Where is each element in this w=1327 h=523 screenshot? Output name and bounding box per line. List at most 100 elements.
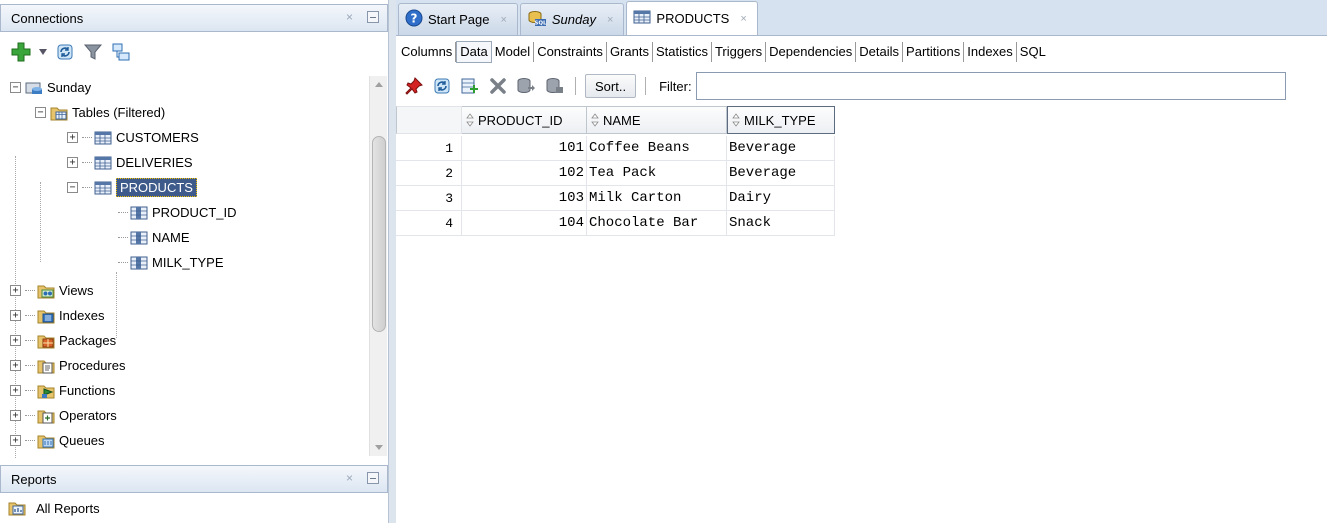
scroll-up-icon[interactable] <box>375 82 383 87</box>
delete-row-icon[interactable] <box>486 74 510 98</box>
cell-milk-type[interactable]: Dairy <box>727 186 835 211</box>
collapse-icon[interactable]: − <box>67 182 78 193</box>
close-icon[interactable]: × <box>346 11 353 23</box>
minimize-icon[interactable] <box>367 472 379 484</box>
cell-milk-type[interactable]: Beverage <box>727 161 835 186</box>
cell-name[interactable]: Coffee Beans <box>587 136 727 161</box>
cell-name[interactable]: Tea Pack <box>587 161 727 186</box>
tree-node-indexes[interactable]: + Indexes <box>10 303 105 328</box>
expand-icon[interactable]: + <box>10 310 21 321</box>
add-connection-icon[interactable] <box>10 41 32 63</box>
refresh-icon[interactable] <box>430 74 454 98</box>
tab-close-icon[interactable]: × <box>500 14 506 26</box>
column-header[interactable]: NAME <box>587 106 727 134</box>
subtab-sql[interactable]: SQL <box>1017 42 1049 62</box>
tree-node-packages[interactable]: + Packages <box>10 328 116 353</box>
subtab-indexes[interactable]: Indexes <box>964 42 1017 62</box>
cell-product-id[interactable]: 104 <box>462 211 587 236</box>
subtab-grants[interactable]: Grants <box>607 42 653 62</box>
table-row[interactable]: 1 101 Coffee Beans Beverage <box>396 136 835 161</box>
sort-button[interactable]: Sort.. <box>585 74 637 98</box>
tree-node-table[interactable]: + DELIVERIES <box>67 150 193 175</box>
tree-node-table[interactable]: + CUSTOMERS <box>67 125 199 150</box>
cell-product-id[interactable]: 102 <box>462 161 587 186</box>
expand-icon[interactable]: + <box>10 335 21 346</box>
rollback-icon[interactable] <box>542 74 566 98</box>
tab-start-page[interactable]: ? Start Page × <box>398 3 518 35</box>
tab-label: Sunday <box>551 12 596 27</box>
expand-icon[interactable]: + <box>10 360 21 371</box>
tab-sunday-worksheet[interactable]: SQL Sunday × <box>519 3 625 35</box>
subtab-data[interactable]: Data <box>456 41 492 63</box>
table-row[interactable]: 4 104 Chocolate Bar Snack <box>396 211 835 236</box>
subtab-triggers[interactable]: Triggers <box>712 42 767 62</box>
filter-icon[interactable] <box>82 41 104 63</box>
subtab-constraints[interactable]: Constraints <box>534 42 607 62</box>
subtab-statistics[interactable]: Statistics <box>653 42 712 62</box>
subtab-dependencies[interactable]: Dependencies <box>766 42 857 62</box>
scroll-thumb[interactable] <box>372 136 386 332</box>
subtab-details[interactable]: Details <box>856 42 904 62</box>
table-label: CUSTOMERS <box>116 130 199 145</box>
tree-node-tables-folder[interactable]: − Tables (Filtered) <box>35 100 165 125</box>
expand-icon[interactable]: + <box>10 435 21 446</box>
schema-browser-icon[interactable] <box>110 41 132 63</box>
tree-node-table-selected[interactable]: − PRODUCTS <box>67 175 197 200</box>
tree-node-functions[interactable]: + Functions <box>10 378 115 403</box>
tables-folder-icon <box>50 105 68 121</box>
subtab-partitions[interactable]: Partitions <box>903 42 965 62</box>
cell-milk-type[interactable]: Snack <box>727 211 835 236</box>
scroll-down-icon[interactable] <box>375 445 383 450</box>
tree-node-all-reports[interactable]: All Reports <box>8 500 100 516</box>
pane-splitter[interactable] <box>388 0 396 523</box>
table-label: PRODUCTS <box>116 178 197 197</box>
column-icon <box>130 205 148 221</box>
all-reports-label: All Reports <box>36 500 100 516</box>
folder-label: Operators <box>59 408 117 423</box>
navigator-pane: Connections × − Sunday − Tables (Filtere… <box>0 0 390 523</box>
functions-folder-icon <box>37 383 55 399</box>
table-row[interactable]: 3 103 Milk Carton Dairy <box>396 186 835 211</box>
tab-products[interactable]: PRODUCTS × <box>626 1 758 35</box>
tree-node-operators[interactable]: + Operators <box>10 403 117 428</box>
row-number: 2 <box>396 161 462 186</box>
tree-node-column[interactable]: NAME <box>118 225 190 250</box>
tree-node-procedures[interactable]: + Procedures <box>10 353 125 378</box>
expand-icon[interactable]: + <box>67 157 78 168</box>
collapse-icon[interactable]: − <box>35 107 46 118</box>
column-header[interactable]: PRODUCT_ID <box>462 106 587 134</box>
cell-product-id[interactable]: 101 <box>462 136 587 161</box>
expand-icon[interactable]: + <box>67 132 78 143</box>
minimize-icon[interactable] <box>367 11 379 23</box>
tree-node-column[interactable]: MILK_TYPE <box>118 250 224 275</box>
cell-name[interactable]: Chocolate Bar <box>587 211 727 236</box>
filter-input[interactable] <box>695 72 1286 100</box>
cell-milk-type[interactable]: Beverage <box>727 136 835 161</box>
tree-node-connection[interactable]: − Sunday <box>10 75 91 100</box>
tree-node-views[interactable]: + Views <box>10 278 93 303</box>
insert-row-icon[interactable] <box>458 74 482 98</box>
tree-node-queues[interactable]: + Queues <box>10 428 105 453</box>
dropdown-arrow-icon[interactable] <box>38 41 48 63</box>
svg-text:?: ? <box>411 12 418 26</box>
tab-label: Start Page <box>428 12 490 27</box>
expand-icon[interactable]: + <box>10 285 21 296</box>
close-icon[interactable]: × <box>346 472 353 484</box>
tab-close-icon[interactable]: × <box>607 14 613 26</box>
tab-close-icon[interactable]: × <box>740 13 746 25</box>
freeze-pin-icon[interactable] <box>402 74 426 98</box>
tree-node-column[interactable]: PRODUCT_ID <box>118 200 237 225</box>
expand-icon[interactable]: + <box>10 385 21 396</box>
cell-product-id[interactable]: 103 <box>462 186 587 211</box>
table-row[interactable]: 2 102 Tea Pack Beverage <box>396 161 835 186</box>
cell-name[interactable]: Milk Carton <box>587 186 727 211</box>
subtab-model[interactable]: Model <box>492 42 535 62</box>
subtab-columns[interactable]: Columns <box>398 42 457 62</box>
row-number: 1 <box>396 136 462 161</box>
commit-icon[interactable] <box>514 74 538 98</box>
refresh-icon[interactable] <box>54 41 76 63</box>
tree-scrollbar[interactable] <box>369 76 387 456</box>
collapse-icon[interactable]: − <box>10 82 21 93</box>
column-header[interactable]: MILK_TYPE <box>727 106 835 134</box>
expand-icon[interactable]: + <box>10 410 21 421</box>
